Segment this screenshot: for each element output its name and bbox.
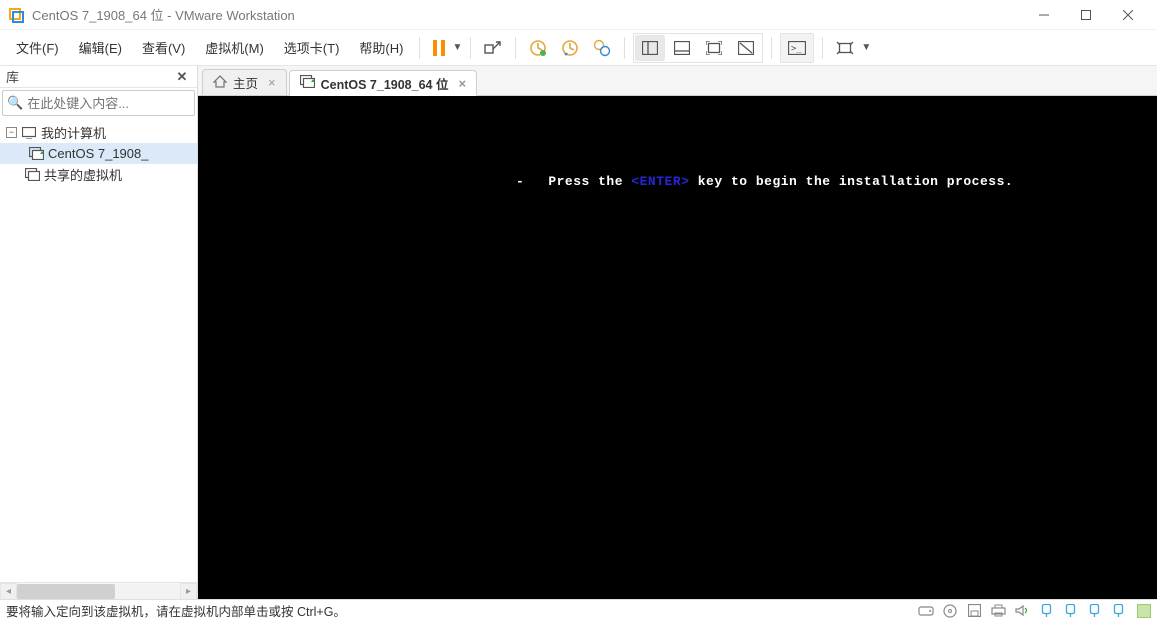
- menu-help[interactable]: 帮助(H): [351, 34, 411, 61]
- sidebar-close-button[interactable]: ✕: [173, 69, 191, 85]
- separator: [624, 37, 625, 59]
- sidebar-header: 库 ✕: [0, 66, 197, 88]
- tab-label: CentOS 7_1908_64 位: [321, 74, 449, 93]
- titlebar: CentOS 7_1908_64 位 - VMware Workstation: [0, 0, 1157, 30]
- tree-my-computer[interactable]: − 我的计算机: [0, 122, 197, 143]
- tree-vm-centos[interactable]: CentOS 7_1908_: [0, 143, 197, 164]
- menu-vm[interactable]: 虚拟机(M): [197, 34, 272, 61]
- separator: [515, 37, 516, 59]
- tree-label: 我的计算机: [41, 123, 106, 142]
- tree-label: CentOS 7_1908_: [48, 146, 148, 161]
- network-icon[interactable]: [1085, 603, 1103, 619]
- sidebar-search[interactable]: 🔍 ▼: [2, 90, 195, 116]
- view-fullscreen-button[interactable]: [699, 35, 729, 61]
- snapshot-revert-button[interactable]: [556, 34, 584, 62]
- status-icons: [917, 603, 1151, 619]
- floppy-icon[interactable]: [965, 603, 983, 619]
- view-single-button[interactable]: [667, 35, 697, 61]
- sound-icon[interactable]: [1013, 603, 1031, 619]
- minimize-button[interactable]: [1023, 1, 1065, 29]
- sidebar-hscrollbar[interactable]: ◂ ▸: [0, 582, 197, 599]
- menu-tabs[interactable]: 选项卡(T): [276, 34, 348, 61]
- svg-text:>_: >_: [791, 44, 802, 54]
- console-view-button[interactable]: >_: [782, 35, 812, 61]
- tab-vm[interactable]: CentOS 7_1908_64 位 ×: [289, 70, 477, 96]
- console-text: -Press the <ENTER> key to begin the inst…: [516, 174, 1013, 189]
- stretch-button-combo[interactable]: ▼: [831, 34, 871, 62]
- network-icon[interactable]: [1109, 603, 1127, 619]
- tree-label: 共享的虚拟机: [44, 165, 122, 184]
- search-icon: 🔍: [7, 95, 23, 111]
- network-icon[interactable]: [1037, 603, 1055, 619]
- menu-file[interactable]: 文件(F): [8, 34, 67, 61]
- message-log-button[interactable]: [1137, 604, 1151, 618]
- view-split-button[interactable]: [635, 35, 665, 61]
- chevron-down-icon: ▼: [452, 42, 462, 53]
- vm-icon: [28, 146, 44, 162]
- pause-icon: [428, 40, 450, 56]
- menubar: 文件(F) 编辑(E) 查看(V) 虚拟机(M) 选项卡(T) 帮助(H) ▼: [0, 30, 1157, 66]
- window-title: CentOS 7_1908_64 位 - VMware Workstation: [32, 5, 295, 24]
- sidebar-title: 库: [6, 67, 19, 86]
- pause-button-combo[interactable]: ▼: [428, 40, 462, 56]
- stretch-button: [831, 34, 859, 62]
- vm-icon: [300, 75, 315, 91]
- shared-icon: [24, 167, 40, 183]
- send-to-button[interactable]: [479, 34, 507, 62]
- scroll-right-icon[interactable]: ▸: [180, 583, 197, 600]
- app-icon: [8, 7, 24, 23]
- home-icon: [213, 75, 227, 91]
- library-tree: − 我的计算机 CentOS 7_1908_ 共享的虚拟机: [0, 118, 197, 582]
- tab-home[interactable]: 主页 ×: [202, 69, 287, 95]
- view-mode-group: [633, 33, 763, 63]
- harddisk-icon[interactable]: [917, 603, 935, 619]
- network-icon[interactable]: [1061, 603, 1079, 619]
- scroll-thumb[interactable]: [17, 584, 115, 599]
- tree-shared-vms[interactable]: 共享的虚拟机: [0, 164, 197, 185]
- console-button-group: >_: [780, 33, 814, 63]
- tab-close-button[interactable]: ×: [268, 75, 276, 90]
- sidebar: 库 ✕ 🔍 ▼ − 我的计算机 CentOS 7_1908_: [0, 66, 198, 599]
- cd-icon[interactable]: [941, 603, 959, 619]
- view-unity-button[interactable]: [731, 35, 761, 61]
- separator: [470, 37, 471, 59]
- scroll-left-icon[interactable]: ◂: [0, 583, 17, 600]
- menu-view[interactable]: 查看(V): [134, 34, 193, 61]
- status-hint: 要将输入定向到该虚拟机，请在虚拟机内部单击或按 Ctrl+G。: [6, 601, 346, 620]
- separator: [771, 37, 772, 59]
- collapse-icon[interactable]: −: [6, 127, 17, 138]
- tab-label: 主页: [233, 73, 258, 92]
- separator: [419, 37, 420, 59]
- maximize-button[interactable]: [1065, 1, 1107, 29]
- vm-console[interactable]: -Press the <ENTER> key to begin the inst…: [198, 96, 1157, 599]
- snapshot-take-button[interactable]: [524, 34, 552, 62]
- snapshot-manager-button[interactable]: [588, 34, 616, 62]
- chevron-down-icon: ▼: [861, 42, 871, 53]
- scroll-track[interactable]: [17, 584, 180, 599]
- content-area: 主页 × CentOS 7_1908_64 位 × -Press the <EN…: [198, 66, 1157, 599]
- window-controls: [1023, 1, 1149, 29]
- search-input[interactable]: [27, 96, 203, 111]
- separator: [822, 37, 823, 59]
- printer-icon[interactable]: [989, 603, 1007, 619]
- monitor-icon: [21, 125, 37, 141]
- tab-close-button[interactable]: ×: [458, 76, 466, 91]
- tabstrip: 主页 × CentOS 7_1908_64 位 ×: [198, 66, 1157, 96]
- statusbar: 要将输入定向到该虚拟机，请在虚拟机内部单击或按 Ctrl+G。: [0, 599, 1157, 621]
- main-area: 库 ✕ 🔍 ▼ − 我的计算机 CentOS 7_1908_: [0, 66, 1157, 599]
- menu-edit[interactable]: 编辑(E): [71, 34, 130, 61]
- close-button[interactable]: [1107, 1, 1149, 29]
